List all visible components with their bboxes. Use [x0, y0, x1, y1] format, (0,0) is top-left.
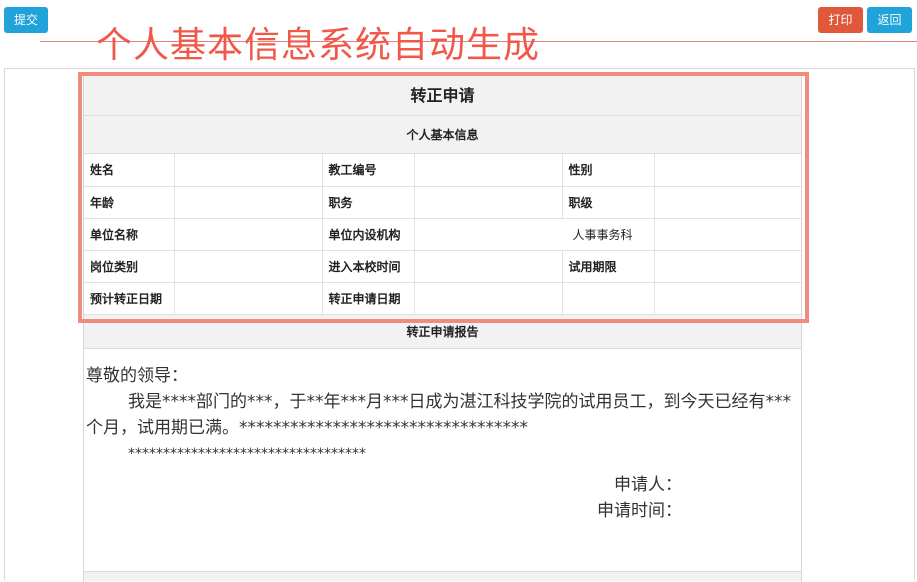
table-row: 年龄 职务 职级 [84, 186, 803, 219]
basic-info-table: 姓名 教工编号 性别 年龄 职务 职级 单位名称 单位内设机构 人事事务科 岗位… [84, 154, 803, 315]
value-age[interactable] [174, 186, 323, 219]
value-expected-confirm-date[interactable] [174, 282, 323, 315]
label-expected-confirm-date: 预计转正日期 [84, 282, 175, 315]
value-probation-period[interactable] [654, 250, 803, 283]
label-application-date: 转正申请日期 [322, 282, 415, 315]
value-position[interactable] [414, 186, 563, 219]
internal-dept-text: 人事事务科 [572, 227, 633, 242]
label-age: 年龄 [84, 186, 175, 219]
form-bottom-strip [84, 570, 801, 581]
empty-cell [562, 282, 655, 315]
empty-cell [654, 282, 803, 315]
letter-body: 我是****部门的***，于**年***月***日成为湛江科技学院的试用员工，到… [86, 391, 791, 438]
value-rank[interactable] [654, 186, 803, 219]
value-post-category[interactable] [174, 250, 323, 283]
label-probation-period: 试用期限 [562, 250, 655, 283]
applicant-label: 申请人： [614, 474, 682, 495]
value-internal-dept[interactable]: 人事事务科 [414, 218, 655, 251]
print-button[interactable]: 打印 [818, 7, 863, 33]
value-name[interactable] [174, 154, 323, 187]
label-staff-id: 教工编号 [322, 154, 415, 187]
apply-time-label: 申请时间： [597, 500, 682, 521]
value-staff-id[interactable] [414, 154, 563, 187]
section-basic-info-header: 个人基本信息 [84, 116, 801, 154]
table-row: 预计转正日期 转正申请日期 [84, 282, 803, 315]
label-join-date: 进入本校时间 [322, 250, 415, 283]
form-title: 转正申请 [84, 76, 801, 116]
letter-stars-line: ********************************** [128, 445, 366, 462]
value-unit-name[interactable] [174, 218, 323, 251]
label-unit-name: 单位名称 [84, 218, 175, 251]
label-internal-dept: 单位内设机构 [322, 218, 415, 251]
application-letter[interactable]: 尊敬的领导： 我是****部门的***，于**年***月***日成为湛江科技学院… [84, 349, 801, 571]
probation-form: 转正申请 个人基本信息 姓名 教工编号 性别 年龄 职务 职级 单位名称 单位内… [83, 76, 803, 582]
letter-greeting: 尊敬的领导： [86, 365, 188, 386]
label-name: 姓名 [84, 154, 175, 187]
table-row: 单位名称 单位内设机构 人事事务科 [84, 218, 803, 251]
table-row: 姓名 教工编号 性别 [84, 154, 803, 187]
table-row: 岗位类别 进入本校时间 试用期限 [84, 250, 803, 283]
value-join-date[interactable] [414, 250, 563, 283]
submit-button[interactable]: 提交 [4, 7, 48, 33]
empty-cell [654, 218, 803, 251]
section-report-header: 转正申请报告 [84, 314, 801, 349]
label-rank: 职级 [562, 186, 655, 219]
value-gender[interactable] [654, 154, 803, 187]
label-gender: 性别 [562, 154, 655, 187]
label-post-category: 岗位类别 [84, 250, 175, 283]
value-application-date[interactable] [414, 282, 563, 315]
annotation-caption: 个人基本信息系统自动生成 [96, 25, 541, 66]
label-position: 职务 [322, 186, 415, 219]
back-button[interactable]: 返回 [867, 7, 912, 33]
